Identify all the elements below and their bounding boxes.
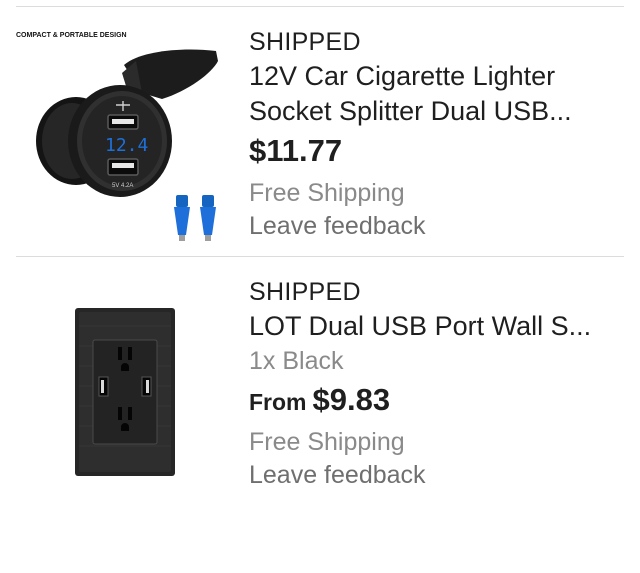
shipping-info: Free Shipping (249, 428, 405, 456)
order-status: SHIPPED (249, 28, 361, 56)
order-status: SHIPPED (249, 278, 361, 306)
order-info: SHIPPED 12V Car Cigarette Lighter Socket… (249, 25, 628, 243)
image-caption: COMPACT & PORTABLE DESIGN (16, 32, 127, 39)
voltage-display: 12.4 (105, 135, 148, 156)
order-item-2[interactable]: SHIPPED LOT Dual USB Port Wall S... 1x B… (0, 257, 640, 507)
item-variant: 1x Black (249, 347, 344, 375)
item-title-line-1[interactable]: 12V Car Cigarette Lighter (249, 59, 628, 94)
order-item-1[interactable]: COMPACT & PORTABLE DESIGN 12.4 5V 4.2A S… (0, 7, 640, 256)
item-price: $9.83 (312, 382, 391, 417)
usb-car-socket-charger-icon: COMPACT & PORTABLE DESIGN 12.4 5V 4.2A (16, 32, 218, 241)
price-row: $11.77 (249, 131, 628, 177)
price-prefix: From (249, 389, 307, 415)
item-price: $11.77 (249, 133, 343, 168)
shipping-info: Free Shipping (249, 179, 405, 207)
product-image[interactable]: COMPACT & PORTABLE DESIGN 12.4 5V 4.2A (12, 21, 234, 243)
usb-wall-outlet-icon (75, 308, 175, 476)
item-title[interactable]: LOT Dual USB Port Wall S... (249, 309, 628, 344)
price-row: From $9.83 (249, 380, 628, 426)
item-title-line-2[interactable]: Socket Splitter Dual USB... (249, 94, 628, 129)
port-label: 5V 4.2A (112, 183, 133, 189)
leave-feedback-link[interactable]: Leave feedback (249, 459, 628, 492)
spade-connector-icon (174, 195, 216, 241)
product-image[interactable] (12, 271, 234, 493)
order-info: SHIPPED LOT Dual USB Port Wall S... 1x B… (249, 275, 628, 492)
leave-feedback-link[interactable]: Leave feedback (249, 210, 628, 243)
